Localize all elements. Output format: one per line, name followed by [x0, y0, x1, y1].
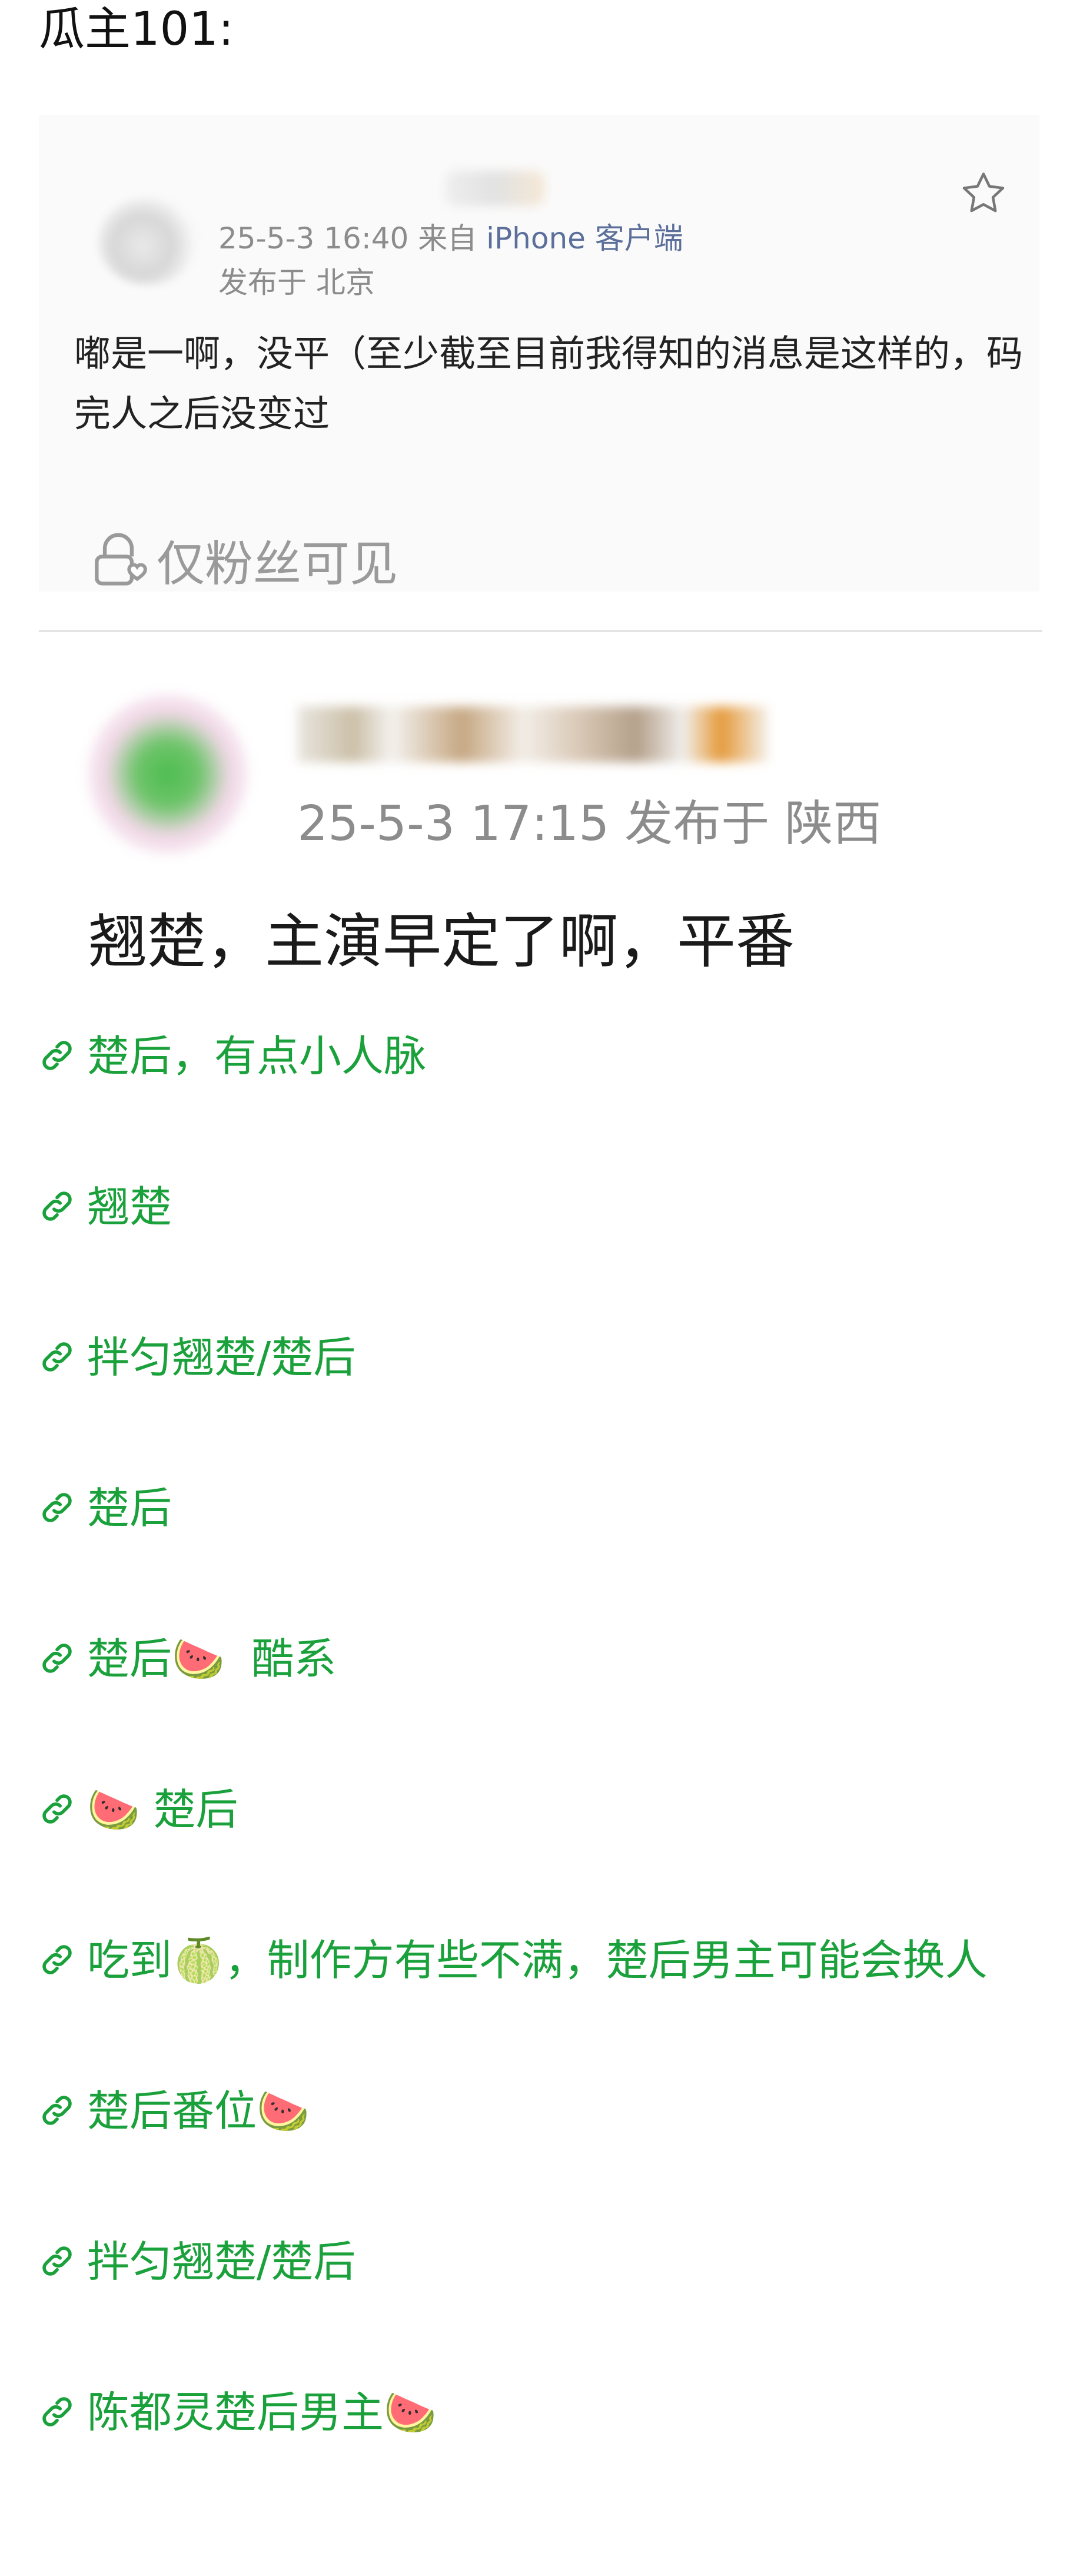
avatar[interactable] [88, 695, 247, 854]
link-label[interactable]: 吃到🍈，制作方有些不满，楚后男主可能会换人 [87, 1928, 988, 1992]
link-item[interactable]: 🍉 楚后 [39, 1778, 1051, 1841]
link-icon [42, 2246, 72, 2276]
link-icon [42, 1191, 72, 1221]
link-item[interactable]: 拌匀翘楚/楚后 [39, 2230, 1051, 2293]
link-label[interactable]: 拌匀翘楚/楚后 [87, 1326, 355, 1389]
link-item[interactable]: 翘楚 [39, 1175, 1051, 1239]
link-icon [42, 1644, 72, 1673]
link-item[interactable]: 陈都灵楚后男主🍉 [39, 2381, 1051, 2444]
link-label[interactable]: 拌匀翘楚/楚后 [87, 2230, 355, 2293]
comment-card: 25-5-3 16:40 来自 iPhone 客户端 发布于 北京 嘟是一啊，没… [39, 115, 1039, 592]
divider [39, 630, 1042, 632]
link-label[interactable]: 陈都灵楚后男主🍉 [87, 2381, 437, 2444]
link-label[interactable]: 🍉 楚后 [87, 1778, 238, 1841]
link-item[interactable]: 楚后 [39, 1476, 1051, 1540]
link-icon [42, 1041, 72, 1070]
link-item[interactable]: 拌匀翘楚/楚后 [39, 1326, 1051, 1389]
blurred-username[interactable] [445, 171, 545, 206]
link-icon [42, 1794, 72, 1824]
post-text: 嘟是一啊，没平（至少截至目前我得知的消息是这样的，码完人之后没变过 [74, 332, 1023, 435]
fans-only-notice: 仅粉丝可见 [86, 524, 398, 595]
blurred-username[interactable] [297, 706, 768, 762]
link-label[interactable]: 翘楚 [87, 1175, 172, 1239]
link-item[interactable]: 楚后番位🍉 [39, 2079, 1051, 2143]
link-label[interactable]: 楚后番位🍉 [87, 2079, 310, 2143]
lock-heart-icon [95, 533, 147, 586]
link-item[interactable]: 吃到🍈，制作方有些不满，楚后男主可能会换人 [39, 1928, 1051, 1992]
link-item[interactable]: 楚后，有点小人脉 [39, 1024, 1051, 1088]
client-link[interactable]: iPhone 客户端 [486, 221, 683, 255]
fans-only-label: 仅粉丝可见 [157, 536, 398, 592]
timestamp: 25-5-3 16:40 [218, 221, 409, 255]
link-item[interactable]: 楚后🍉 酷系 [39, 1627, 1051, 1691]
link-label[interactable]: 楚后 [87, 1476, 172, 1540]
post-meta: 25-5-3 16:40 来自 iPhone 客户端 [218, 218, 683, 259]
star-icon[interactable] [957, 168, 1010, 221]
link-icon [42, 1342, 72, 1372]
post-text: 翘楚，主演早定了啊，平番 [88, 907, 795, 976]
post-meta: 25-5-3 17:15 发布于 陕西 [297, 796, 882, 852]
location: 发布于 北京 [218, 265, 375, 300]
link-icon [42, 2397, 72, 2426]
link-icon [42, 1945, 72, 1974]
link-list: 楚后，有点小人脉 翘楚 拌匀翘楚/楚后 楚后 楚后🍉 酷系 🍉 楚后 吃到🍈，制… [39, 1024, 1051, 2444]
avatar[interactable] [98, 197, 198, 286]
from-label: 来自 [418, 221, 477, 255]
link-icon [42, 2096, 72, 2125]
page-title: 瓜主101: [39, 3, 234, 56]
link-label[interactable]: 楚后🍉 酷系 [87, 1627, 336, 1691]
link-label[interactable]: 楚后，有点小人脉 [87, 1024, 426, 1088]
link-icon [42, 1493, 72, 1522]
